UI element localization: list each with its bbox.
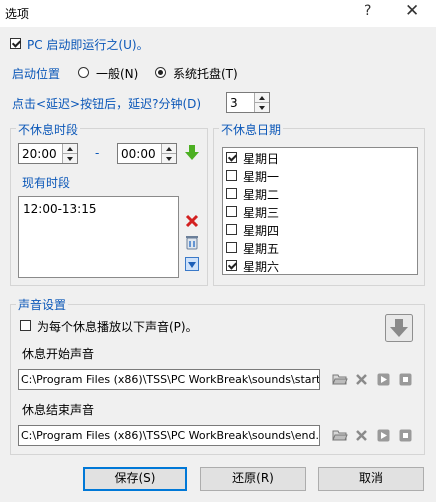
delay-stepper[interactable]: 3	[226, 92, 270, 113]
time-to-up[interactable]	[162, 144, 176, 154]
delay-up-button[interactable]	[255, 93, 269, 103]
open-folder-icon[interactable]	[332, 428, 348, 442]
end-sound-path[interactable]: C:\Program Files (x86)\TSS\PC WorkBreak\…	[18, 425, 320, 446]
time-dash: -	[95, 146, 100, 160]
no-break-time-label: 不休息时段	[16, 121, 81, 138]
list-item[interactable]: 12:00-13:15	[23, 202, 97, 216]
day-label-wed[interactable]: 星期三	[243, 204, 279, 221]
run-on-start-checkbox[interactable]	[10, 38, 21, 49]
day-checkbox-thu[interactable]	[226, 224, 237, 235]
start-sound-path-text: C:\Program Files (x86)\TSS\PC WorkBreak\…	[21, 373, 320, 386]
recycle-bin-icon[interactable]	[185, 235, 199, 250]
stop-icon[interactable]	[399, 373, 412, 386]
time-to-down[interactable]	[162, 154, 176, 164]
start-sound-path[interactable]: C:\Program Files (x86)\TSS\PC WorkBreak\…	[18, 369, 320, 390]
delay-label: 点击<延迟>按钮后，延迟?分钟(D)	[12, 97, 202, 111]
day-checkbox-sat[interactable]	[226, 260, 237, 271]
existing-ranges-label: 现有时段	[22, 176, 71, 190]
play-icon[interactable]	[377, 373, 390, 386]
play-sound-label[interactable]: 为每个休息播放以下声音(P)。	[37, 318, 198, 335]
delay-value: 3	[230, 96, 238, 110]
day-checkbox-fri[interactable]	[226, 242, 237, 253]
delay-down-button[interactable]	[255, 103, 269, 113]
start-position-label: 启动位置	[12, 67, 61, 81]
end-sound-path-text: C:\Program Files (x86)\TSS\PC WorkBreak\…	[21, 429, 320, 442]
move-down-icon[interactable]	[185, 257, 199, 271]
no-break-days-label: 不休息日期	[219, 121, 284, 138]
time-from-up[interactable]	[63, 144, 77, 154]
time-from-input[interactable]: 20:00	[18, 143, 78, 164]
day-checkbox-wed[interactable]	[226, 206, 237, 217]
save-button[interactable]: 保存(S)	[83, 467, 187, 491]
radio-normal-label[interactable]: 一般(N)	[96, 65, 138, 82]
close-button[interactable]: ✕	[405, 1, 419, 21]
day-label-mon[interactable]: 星期一	[243, 168, 279, 185]
run-on-start-label[interactable]: PC 启动即运行之(U)。	[27, 36, 149, 53]
day-label-sun[interactable]: 星期日	[243, 150, 279, 167]
play-sound-checkbox[interactable]	[20, 320, 31, 331]
stop-icon[interactable]	[399, 429, 412, 442]
time-from-down[interactable]	[63, 154, 77, 164]
open-folder-icon[interactable]	[332, 372, 348, 386]
delete-icon[interactable]	[185, 214, 199, 228]
time-to-input[interactable]: 00:00	[117, 143, 177, 164]
day-checkbox-tue[interactable]	[226, 188, 237, 199]
sound-settings-label: 声音设置	[16, 296, 69, 313]
time-from-value: 20:00	[22, 147, 57, 161]
window-title: 选项	[5, 7, 30, 21]
restore-button[interactable]: 还原(R)	[200, 467, 306, 491]
clear-icon[interactable]	[355, 429, 368, 442]
time-to-value: 00:00	[121, 147, 156, 161]
clear-icon[interactable]	[355, 373, 368, 386]
help-button[interactable]: ?	[364, 3, 371, 19]
download-arrow-icon[interactable]	[385, 314, 413, 342]
day-label-thu[interactable]: 星期四	[243, 222, 279, 239]
day-label-sat[interactable]: 星期六	[243, 258, 279, 275]
radio-normal[interactable]	[78, 67, 89, 78]
play-icon[interactable]	[377, 429, 390, 442]
day-checkbox-mon[interactable]	[226, 170, 237, 181]
existing-ranges-list[interactable]: 12:00-13:15	[18, 196, 179, 278]
day-checkbox-sun[interactable]	[226, 152, 237, 163]
add-range-arrow-icon[interactable]	[185, 145, 199, 161]
start-sound-label: 休息开始声音	[22, 347, 95, 361]
day-label-fri[interactable]: 星期五	[243, 240, 279, 257]
radio-tray[interactable]	[155, 67, 166, 78]
radio-tray-label[interactable]: 系统托盘(T)	[173, 65, 238, 82]
day-label-tue[interactable]: 星期二	[243, 186, 279, 203]
cancel-button[interactable]: 取消	[318, 467, 424, 491]
end-sound-label: 休息结束声音	[22, 403, 95, 417]
